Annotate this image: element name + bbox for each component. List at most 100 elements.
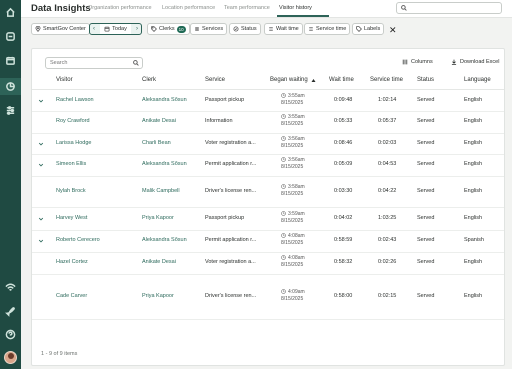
service-time-filter[interactable]: Service time	[304, 23, 351, 35]
tab-organization-performance[interactable]: Organization performance	[88, 5, 152, 11]
began-date: 8/15/2025	[281, 262, 304, 268]
location-pin-icon	[35, 26, 41, 32]
search-icon	[401, 5, 407, 11]
column-header-wait-time[interactable]: Wait time	[329, 77, 354, 83]
queue-icon[interactable]	[4, 30, 17, 43]
visitor-name[interactable]: Rachel Lawson	[56, 97, 94, 103]
wait-time-value: 0:58:59	[334, 237, 353, 243]
service-time-value: 0:04:53	[378, 161, 397, 167]
column-header-status[interactable]: Status	[417, 77, 434, 83]
service-time-value: 1:03:25	[378, 215, 397, 221]
clerk-name[interactable]: Malik Campbell	[142, 188, 180, 194]
clerks-filter[interactable]: Clerks 10	[147, 23, 190, 35]
table-row[interactable]: Rachel Lawson Aleksandra Sõsun Passport pi…	[32, 90, 504, 112]
clock-icon	[281, 136, 286, 141]
clerks-count-badge: 10	[176, 25, 186, 33]
clear-filters-button[interactable]: ✕	[389, 25, 397, 36]
visitor-name[interactable]: Hazel Cortez	[56, 259, 88, 265]
tab-team-performance[interactable]: Team performance	[224, 5, 270, 11]
service-time-value: 0:04:22	[378, 188, 397, 194]
clerk-name[interactable]: Charli Bean	[142, 140, 171, 146]
clerk-name[interactable]: Anikate Desai	[142, 259, 176, 265]
status-value: Served	[417, 259, 435, 265]
location-filter[interactable]: SmartGov Center	[31, 23, 90, 35]
clerk-name[interactable]: Priya Kapoor	[142, 215, 174, 221]
wait-time-value: 0:09:48	[334, 97, 353, 103]
column-header-clerk[interactable]: Clerk	[142, 77, 156, 83]
began-time: 3:56am	[288, 157, 305, 163]
table-search-field[interactable]	[45, 57, 143, 69]
sort-ascending-icon	[311, 78, 316, 82]
visitor-name[interactable]: Nylah Brock	[56, 188, 86, 194]
chevron-down-icon[interactable]	[38, 162, 44, 168]
table-row[interactable]: Roberto Cerecero Aleksandra Sõsun Permit a…	[32, 230, 504, 253]
began-time: 3:59am	[288, 211, 305, 217]
table-row[interactable]: Nylah Brock Malik Campbell Driver's licens…	[32, 176, 504, 208]
tab-visitor-history[interactable]: Visitor history	[279, 5, 312, 11]
chevron-down-icon[interactable]	[38, 216, 44, 222]
began-waiting-cell: 3:56am 8/15/2025	[281, 157, 305, 171]
sliders-icon	[269, 27, 273, 31]
clerk-name[interactable]: Aleksandra Sõsun	[142, 237, 187, 243]
chevron-down-icon[interactable]	[38, 98, 44, 104]
chevron-right-icon[interactable]: ›	[133, 26, 141, 32]
search-icon	[133, 60, 139, 66]
table-row[interactable]: Roy Crawford Anikate Desai Information 3:5…	[32, 111, 504, 134]
column-header-began-waiting[interactable]: Began waiting	[270, 77, 316, 83]
chevron-down-icon[interactable]	[38, 238, 44, 244]
columns-button[interactable]: Columns	[402, 59, 433, 65]
download-excel-button[interactable]: Download Excel	[451, 59, 499, 65]
status-filter[interactable]: Status	[229, 23, 261, 35]
services-filter[interactable]: Services	[190, 23, 228, 35]
table-row[interactable]: Cade Carver Priya Kapoor Driver's license …	[32, 274, 504, 320]
download-icon	[451, 59, 457, 65]
calendar-icon	[104, 26, 110, 32]
analytics-icon[interactable]	[4, 80, 17, 93]
avatar[interactable]	[4, 351, 17, 364]
labels-filter[interactable]: Labels	[352, 23, 385, 35]
settings-sliders-icon[interactable]	[4, 104, 17, 117]
chevron-left-icon[interactable]: ‹	[90, 26, 98, 32]
column-header-visitor[interactable]: Visitor	[56, 77, 73, 83]
clerk-name[interactable]: Aleksandra Sõsun	[142, 97, 187, 103]
column-header-label: Wait time	[329, 77, 354, 83]
home-icon[interactable]	[4, 6, 17, 19]
table-row[interactable]: Hazel Cortez Anikate Desai Voter registrat…	[32, 252, 504, 275]
began-time: 4:08am	[288, 255, 305, 261]
rocket-icon[interactable]	[4, 305, 17, 318]
began-date: 8/15/2025	[281, 143, 304, 149]
date-filter[interactable]: ‹ Today ›	[89, 23, 142, 35]
visitor-name[interactable]: Cade Carver	[56, 293, 87, 299]
column-header-service-time[interactable]: Service time	[370, 77, 403, 83]
service-time-value: 1:02:14	[378, 97, 397, 103]
clerk-name[interactable]: Anikate Desai	[142, 118, 176, 124]
began-waiting-cell: 3:56am 8/15/2025	[281, 136, 305, 150]
help-icon[interactable]	[4, 328, 17, 341]
table-search-input[interactable]	[50, 58, 130, 68]
calendar-icon[interactable]	[4, 54, 17, 67]
visitor-name[interactable]: Simeon Ellis	[56, 161, 86, 167]
column-header-label: Visitor	[56, 77, 73, 83]
visitor-name[interactable]: Larissa Hodge	[56, 140, 91, 146]
visitor-name[interactable]: Roberto Cerecero	[56, 237, 100, 243]
table-row[interactable]: Harvey West Priya Kapoor Passport pickup 3…	[32, 207, 504, 231]
began-time: 3:55am	[288, 93, 305, 99]
clerk-name[interactable]: Aleksandra Sõsun	[142, 161, 187, 167]
tab-location-performance[interactable]: Location performance	[162, 5, 215, 11]
filter-bar: SmartGov Center ‹ Today › Clerks 10 Serv…	[21, 19, 512, 39]
column-header-service[interactable]: Service	[205, 77, 225, 83]
chevron-down-icon[interactable]	[38, 141, 44, 147]
location-filter-label: SmartGov Center	[43, 26, 86, 32]
wifi-icon[interactable]	[4, 281, 17, 294]
list-icon	[195, 27, 199, 31]
table-row[interactable]: Larissa Hodge Charli Bean Voter registrati…	[32, 133, 504, 155]
clerk-name[interactable]: Priya Kapoor	[142, 293, 174, 299]
column-header-language[interactable]: Language	[464, 77, 491, 83]
language-value: English	[464, 118, 483, 124]
visitor-name[interactable]: Roy Crawford	[56, 118, 90, 124]
main-area: Data Insights Organization performance L…	[21, 0, 512, 369]
table-row[interactable]: Simeon Ellis Aleksandra Sõsun Permit appli…	[32, 154, 504, 177]
global-search-input[interactable]	[396, 2, 502, 14]
wait-time-filter[interactable]: Wait time	[264, 23, 303, 35]
visitor-name[interactable]: Harvey West	[56, 215, 87, 221]
